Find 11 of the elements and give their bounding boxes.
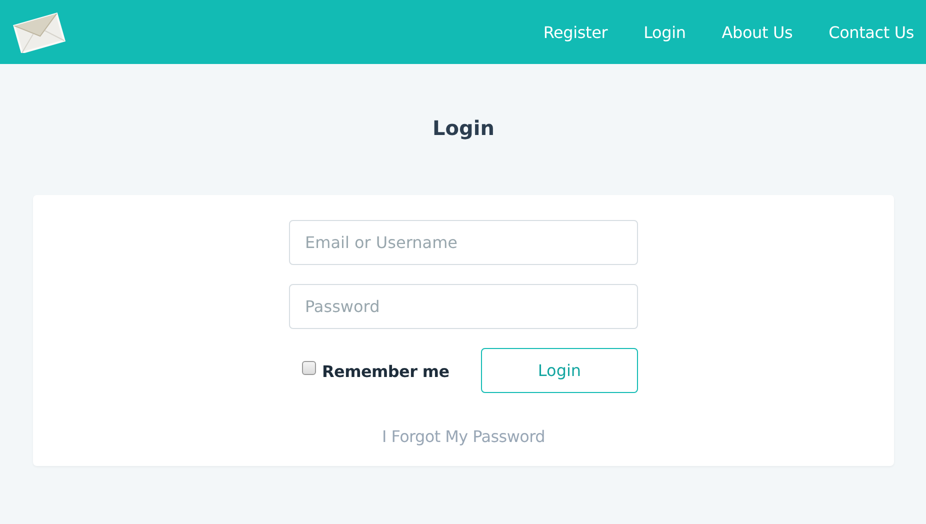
nav-link[interactable]: About Us bbox=[704, 22, 811, 42]
nav-link[interactable]: Contact Us bbox=[810, 22, 914, 42]
password-field[interactable]: Password bbox=[289, 284, 638, 329]
forgot-password-link[interactable]: I Forgot My Password bbox=[382, 427, 545, 446]
remember-checkbox[interactable] bbox=[302, 360, 316, 374]
remember-label: Remember me bbox=[322, 362, 450, 381]
username-field[interactable]: Email or Username bbox=[289, 220, 638, 265]
login-button[interactable]: Login bbox=[481, 348, 638, 393]
page-title: Login bbox=[432, 115, 496, 142]
nav-link[interactable]: Register bbox=[525, 22, 626, 42]
nav-link[interactable]: Login bbox=[626, 22, 704, 42]
